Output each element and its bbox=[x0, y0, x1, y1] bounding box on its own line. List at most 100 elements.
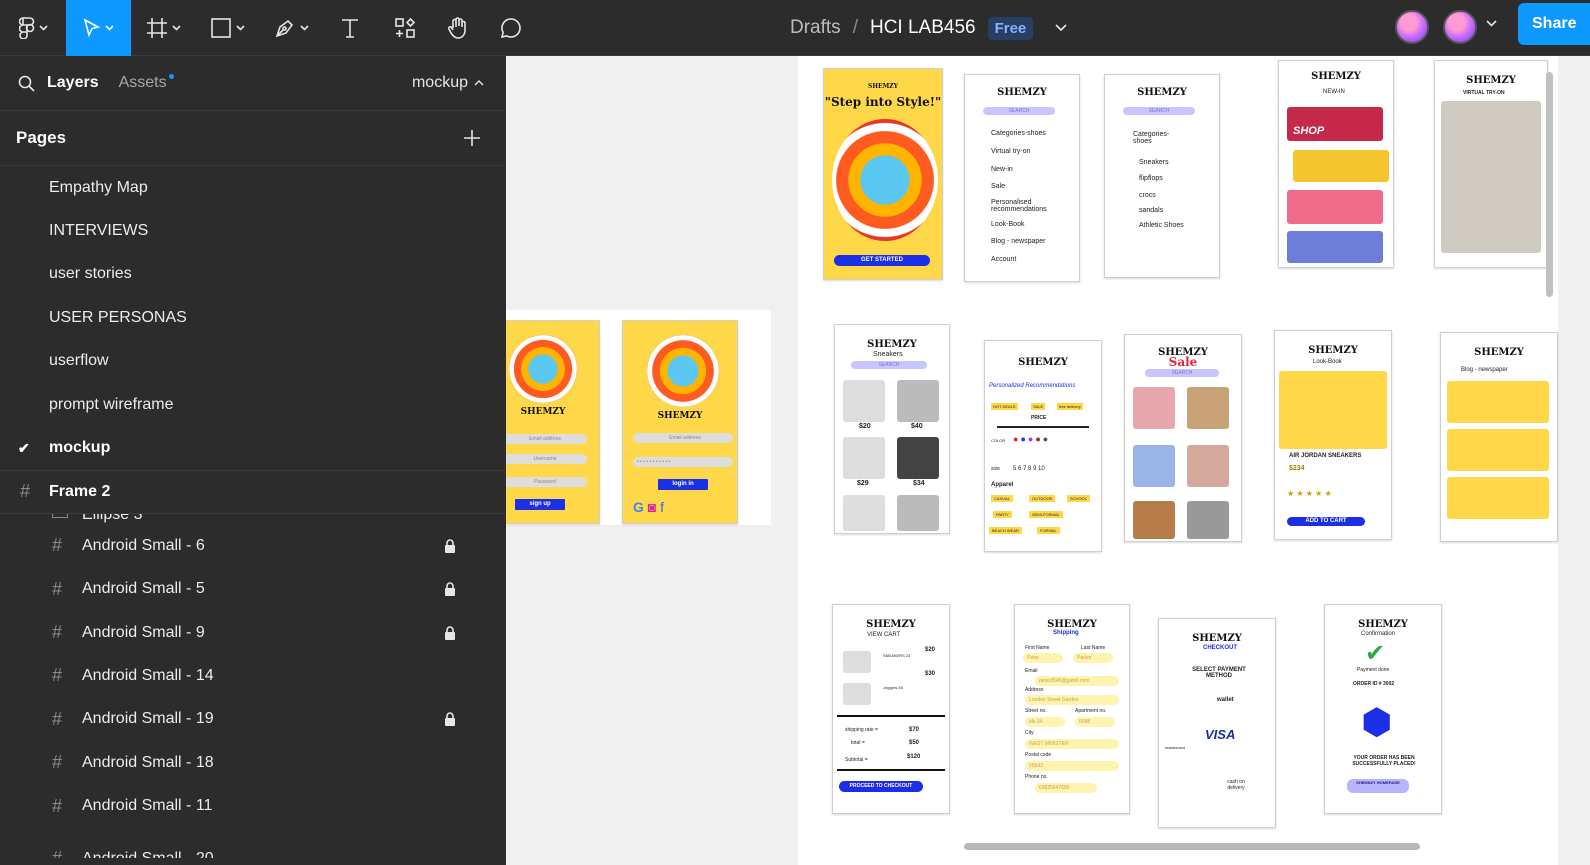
apartment-field[interactable]: 6098 bbox=[1075, 717, 1115, 727]
email-field[interactable]: Email address bbox=[506, 434, 587, 444]
shape-tool-button[interactable] bbox=[195, 0, 259, 56]
page-item-interviews[interactable]: INTERVIEWS bbox=[0, 209, 506, 252]
share-button[interactable]: Share bbox=[1518, 3, 1590, 45]
street-field[interactable]: blk 34 bbox=[1025, 717, 1065, 727]
city-field[interactable]: WEST MINISTER bbox=[1025, 739, 1119, 749]
blog-post[interactable] bbox=[1447, 429, 1549, 471]
product-image[interactable] bbox=[897, 380, 939, 422]
lock-icon[interactable] bbox=[444, 712, 456, 727]
last-name-field[interactable]: Parker bbox=[1073, 653, 1113, 663]
page-item-user-stories[interactable]: user stories bbox=[0, 253, 506, 296]
menu-item[interactable]: Personalised recommendations bbox=[991, 199, 1061, 213]
page-item-prompt-wireframe[interactable]: prompt wireframe bbox=[0, 383, 506, 426]
email-field[interactable]: peter3545@gamil.com bbox=[1035, 676, 1119, 686]
layer-ellipse-3[interactable]: Ellipse 3 bbox=[0, 514, 506, 524]
product-image[interactable] bbox=[1133, 501, 1175, 539]
layer-android-small-18[interactable]: # Android Small - 18 bbox=[0, 741, 506, 784]
layer-android-small-11[interactable]: # Android Small - 11 bbox=[0, 784, 506, 827]
menu-item[interactable]: Categories-shoes bbox=[991, 130, 1046, 137]
tab-layers[interactable]: Layers bbox=[47, 74, 99, 92]
frame-tool-button[interactable] bbox=[131, 0, 195, 56]
social-login-icons[interactable]: G ◙ f bbox=[633, 499, 664, 515]
chip[interactable]: HOT DEALS bbox=[991, 403, 1018, 410]
hand-tool-button[interactable] bbox=[433, 0, 483, 56]
menu-item[interactable]: Virtual try-on bbox=[991, 148, 1031, 155]
homepage-button[interactable]: SHEMNZY HOMEPAGE bbox=[1347, 779, 1409, 793]
page-item-user-personas[interactable]: USER PERSONAS bbox=[0, 296, 506, 339]
search-input[interactable]: SEARCH bbox=[851, 361, 927, 369]
avatar[interactable] bbox=[1395, 10, 1429, 44]
proceed-to-checkout-button[interactable]: PROCEED TO CHECKOUT bbox=[839, 781, 923, 792]
layer-android-small-14[interactable]: # Android Small - 14 bbox=[0, 654, 506, 697]
sale-screen[interactable]: SHEMZY Sale SEARCH bbox=[1124, 334, 1242, 542]
product-image[interactable] bbox=[1287, 190, 1383, 224]
chip[interactable]: FORMAL bbox=[1037, 527, 1060, 534]
address-field[interactable]: London Street Garden bbox=[1025, 695, 1119, 705]
menu-item[interactable]: Look-Book bbox=[991, 221, 1024, 228]
recommendations-screen[interactable]: SHEMZY Personalized Recommendations HOT … bbox=[984, 340, 1102, 552]
chip[interactable]: OUTDOOR bbox=[1029, 495, 1056, 502]
product-image[interactable] bbox=[897, 495, 939, 531]
color-swatches[interactable]: ●●●●● bbox=[1013, 434, 1050, 444]
pen-tool-button[interactable] bbox=[259, 0, 323, 56]
lock-icon[interactable] bbox=[444, 539, 456, 553]
product-image[interactable] bbox=[1187, 387, 1229, 429]
add-page-icon[interactable] bbox=[464, 130, 480, 146]
confirmation-screen[interactable]: SHEMZY Confirmation ✔ Payment done ORDER… bbox=[1324, 604, 1442, 814]
avatar[interactable] bbox=[1443, 10, 1477, 44]
menu-item[interactable]: New-in bbox=[991, 166, 1013, 173]
first-name-field[interactable]: Peter bbox=[1023, 653, 1063, 663]
chip[interactable]: SCHOOL bbox=[1067, 495, 1090, 502]
menu-item[interactable]: Blog - newspaper bbox=[991, 238, 1045, 245]
signup-screen[interactable]: SHEMZY Email address Username Password s… bbox=[506, 320, 600, 524]
product-image[interactable] bbox=[1133, 445, 1175, 487]
page-item-userflow[interactable]: userflow bbox=[0, 340, 506, 383]
username-field[interactable]: Username bbox=[506, 454, 587, 464]
file-name[interactable]: HCI LAB456 bbox=[870, 17, 976, 39]
login-screen[interactable]: SHEMZY Email address • • • • • • • • • •… bbox=[622, 320, 738, 524]
menu-item[interactable]: Sale bbox=[991, 183, 1005, 190]
checkout-screen[interactable]: SHEMZY CHECKOUT SELECT PAYMENT METHOD wa… bbox=[1158, 618, 1276, 828]
chip[interactable]: BEACH WEAR bbox=[989, 527, 1022, 534]
page-item-empathy-map[interactable]: Empathy Map bbox=[0, 166, 506, 209]
chip[interactable]: SEMI-FORMAL bbox=[1029, 511, 1063, 518]
password-field[interactable]: • • • • • • • • • • • bbox=[633, 457, 733, 467]
lock-icon[interactable] bbox=[444, 625, 456, 640]
plan-badge[interactable]: Free bbox=[987, 16, 1034, 40]
chip[interactable]: SALE bbox=[1031, 403, 1046, 410]
category-item[interactable]: flipflops bbox=[1139, 175, 1163, 182]
product-image[interactable] bbox=[1133, 387, 1175, 429]
product-image[interactable] bbox=[1187, 445, 1229, 487]
categories-screen[interactable]: SHEMZY SEARCH Categories-shoes Sneakers … bbox=[1104, 74, 1220, 278]
layer-android-small-19[interactable]: # Android Small - 19 bbox=[0, 698, 506, 741]
product-image[interactable] bbox=[1293, 150, 1389, 182]
sneakers-screen[interactable]: SHEMZY Sneakers SEARCH $20 $40 $29 $34 bbox=[834, 324, 950, 534]
category-item[interactable]: Athletic Shoes bbox=[1139, 222, 1184, 229]
horizontal-scrollbar[interactable] bbox=[964, 843, 1420, 850]
password-field[interactable]: Password bbox=[506, 477, 587, 487]
page-selector[interactable]: mockup bbox=[412, 74, 484, 92]
product-image[interactable] bbox=[843, 495, 885, 531]
search-icon[interactable] bbox=[18, 75, 35, 92]
phone-field[interactable]: 03825647685 bbox=[1035, 783, 1097, 793]
chevron-down-icon[interactable] bbox=[1055, 24, 1067, 32]
search-input[interactable]: SEARCH bbox=[1123, 107, 1195, 115]
main-menu-button[interactable] bbox=[0, 0, 66, 56]
new-in-screen[interactable]: SHEMZY NEW-IN SHOP bbox=[1278, 60, 1394, 268]
menu-screen[interactable]: SHEMZY SEARCH Categories-shoes Virtual t… bbox=[964, 74, 1080, 282]
price-slider[interactable] bbox=[997, 426, 1089, 428]
resources-button[interactable] bbox=[377, 0, 433, 56]
blog-screen[interactable]: SHEMZY Blog - newspaper bbox=[1440, 332, 1558, 542]
chip[interactable]: PARTY bbox=[993, 511, 1012, 518]
layer-android-small-6[interactable]: # Android Small - 6 bbox=[0, 524, 506, 567]
layer-android-small-5[interactable]: # Android Small - 5 bbox=[0, 568, 506, 611]
chip[interactable]: CASUAL bbox=[991, 495, 1014, 502]
get-started-button[interactable]: GET STARTED bbox=[834, 255, 930, 266]
splash-screen[interactable]: SHEMZY "Step into Style!" GET STARTED bbox=[823, 68, 943, 280]
category-item[interactable]: sandals bbox=[1139, 207, 1163, 214]
add-to-cart-button[interactable]: ADD TO CART bbox=[1287, 517, 1365, 526]
layer-android-small-9[interactable]: # Android Small - 9 bbox=[0, 611, 506, 654]
text-tool-button[interactable] bbox=[323, 0, 377, 56]
chip[interactable]: free delivery bbox=[1057, 403, 1083, 410]
product-image[interactable] bbox=[843, 380, 885, 422]
